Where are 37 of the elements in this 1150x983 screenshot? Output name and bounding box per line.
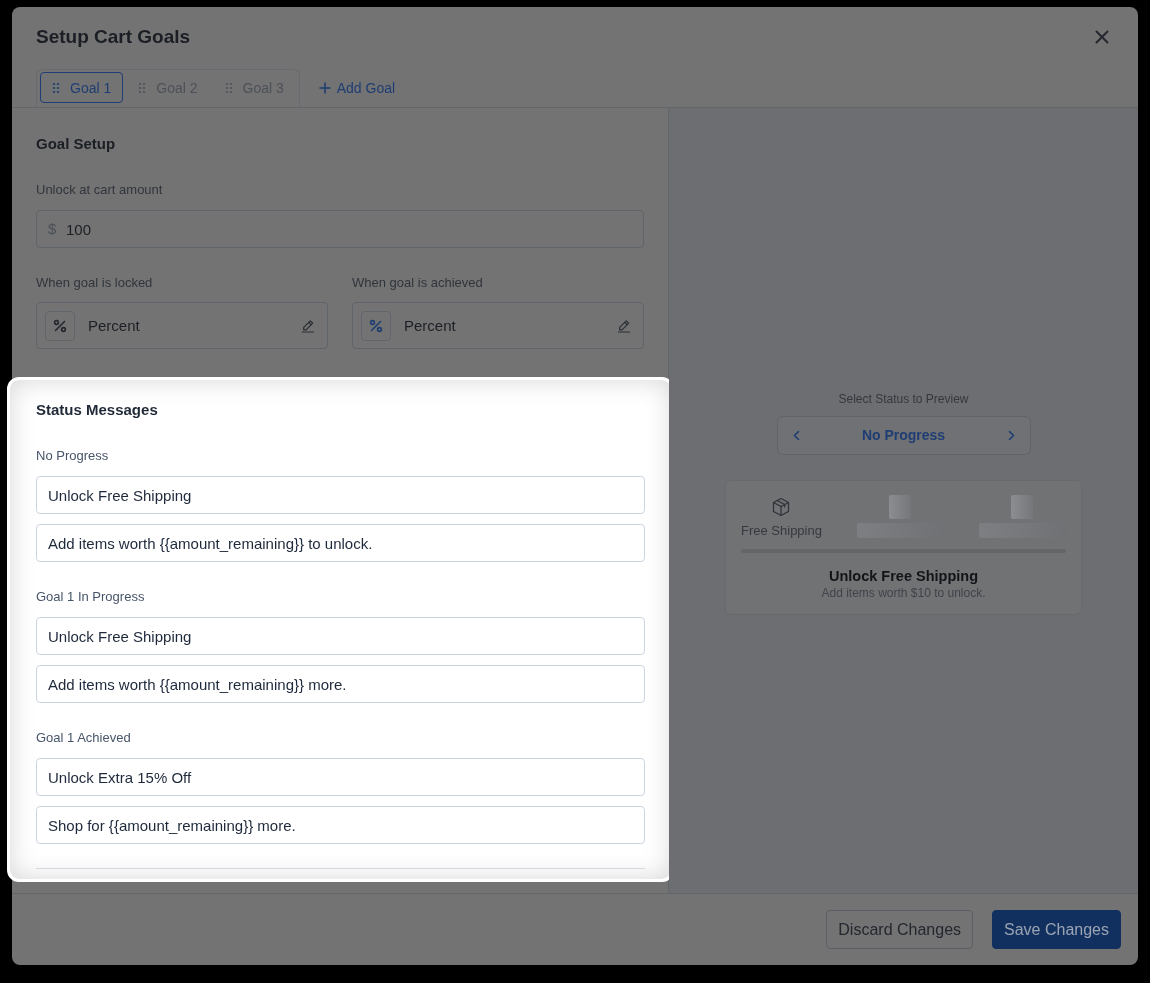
dialog-title: Setup Cart Goals xyxy=(36,25,191,49)
message-field[interactable]: Shop for {{amount_remaining}} more. xyxy=(36,806,645,844)
plus-icon xyxy=(318,82,331,94)
status-selector[interactable]: No Progress xyxy=(776,415,1031,455)
close-icon[interactable] xyxy=(1095,30,1109,44)
pencil-icon[interactable] xyxy=(301,318,315,333)
drag-handle-icon[interactable] xyxy=(138,81,147,94)
field-label: When goal is locked xyxy=(36,274,154,292)
section-title: Goal Setup xyxy=(36,134,117,154)
box-icon xyxy=(771,496,792,517)
skeleton-placeholder xyxy=(889,494,912,519)
add-goal-button[interactable]: Add Goal xyxy=(318,80,396,96)
tier-label: Free Shipping xyxy=(741,522,822,538)
drag-handle-icon[interactable] xyxy=(224,81,233,94)
discard-button[interactable]: Discard Changes xyxy=(826,910,974,949)
chevron-left-icon[interactable] xyxy=(792,429,800,441)
skeleton-placeholder xyxy=(1011,494,1034,519)
message-field[interactable]: Add items worth {{amount_remaining}} to unlock. xyxy=(36,524,645,562)
field-label: No Progress xyxy=(36,447,110,465)
message-field[interactable]: Add items worth {{amount_remaining}} more. xyxy=(36,665,645,703)
message-field[interactable]: Unlock Free Shipping xyxy=(36,617,645,655)
message-field[interactable]: Unlock Extra 15% Off xyxy=(36,758,645,796)
save-button[interactable]: Save Changes xyxy=(992,910,1121,949)
pencil-icon[interactable] xyxy=(617,318,631,333)
preview-title: Unlock Free Shipping xyxy=(827,566,979,585)
field-label: Goal 1 In Progress xyxy=(36,588,146,606)
field-label: Goal 1 Achieved xyxy=(36,729,132,747)
reward-type-select[interactable]: Percent xyxy=(352,302,644,349)
chevron-right-icon[interactable] xyxy=(1007,429,1015,441)
currency-symbol: $ xyxy=(48,220,57,238)
message-field[interactable]: Unlock Free Shipping xyxy=(36,476,645,514)
section-title: Status Messages xyxy=(36,400,159,420)
goal-tab[interactable]: Goal 1 xyxy=(40,72,124,103)
field-label: Unlock at cart amount xyxy=(36,181,164,199)
field-label: When goal is achieved xyxy=(352,274,484,292)
reward-type-select[interactable]: Percent xyxy=(36,302,328,349)
drag-handle-icon[interactable] xyxy=(52,81,60,94)
